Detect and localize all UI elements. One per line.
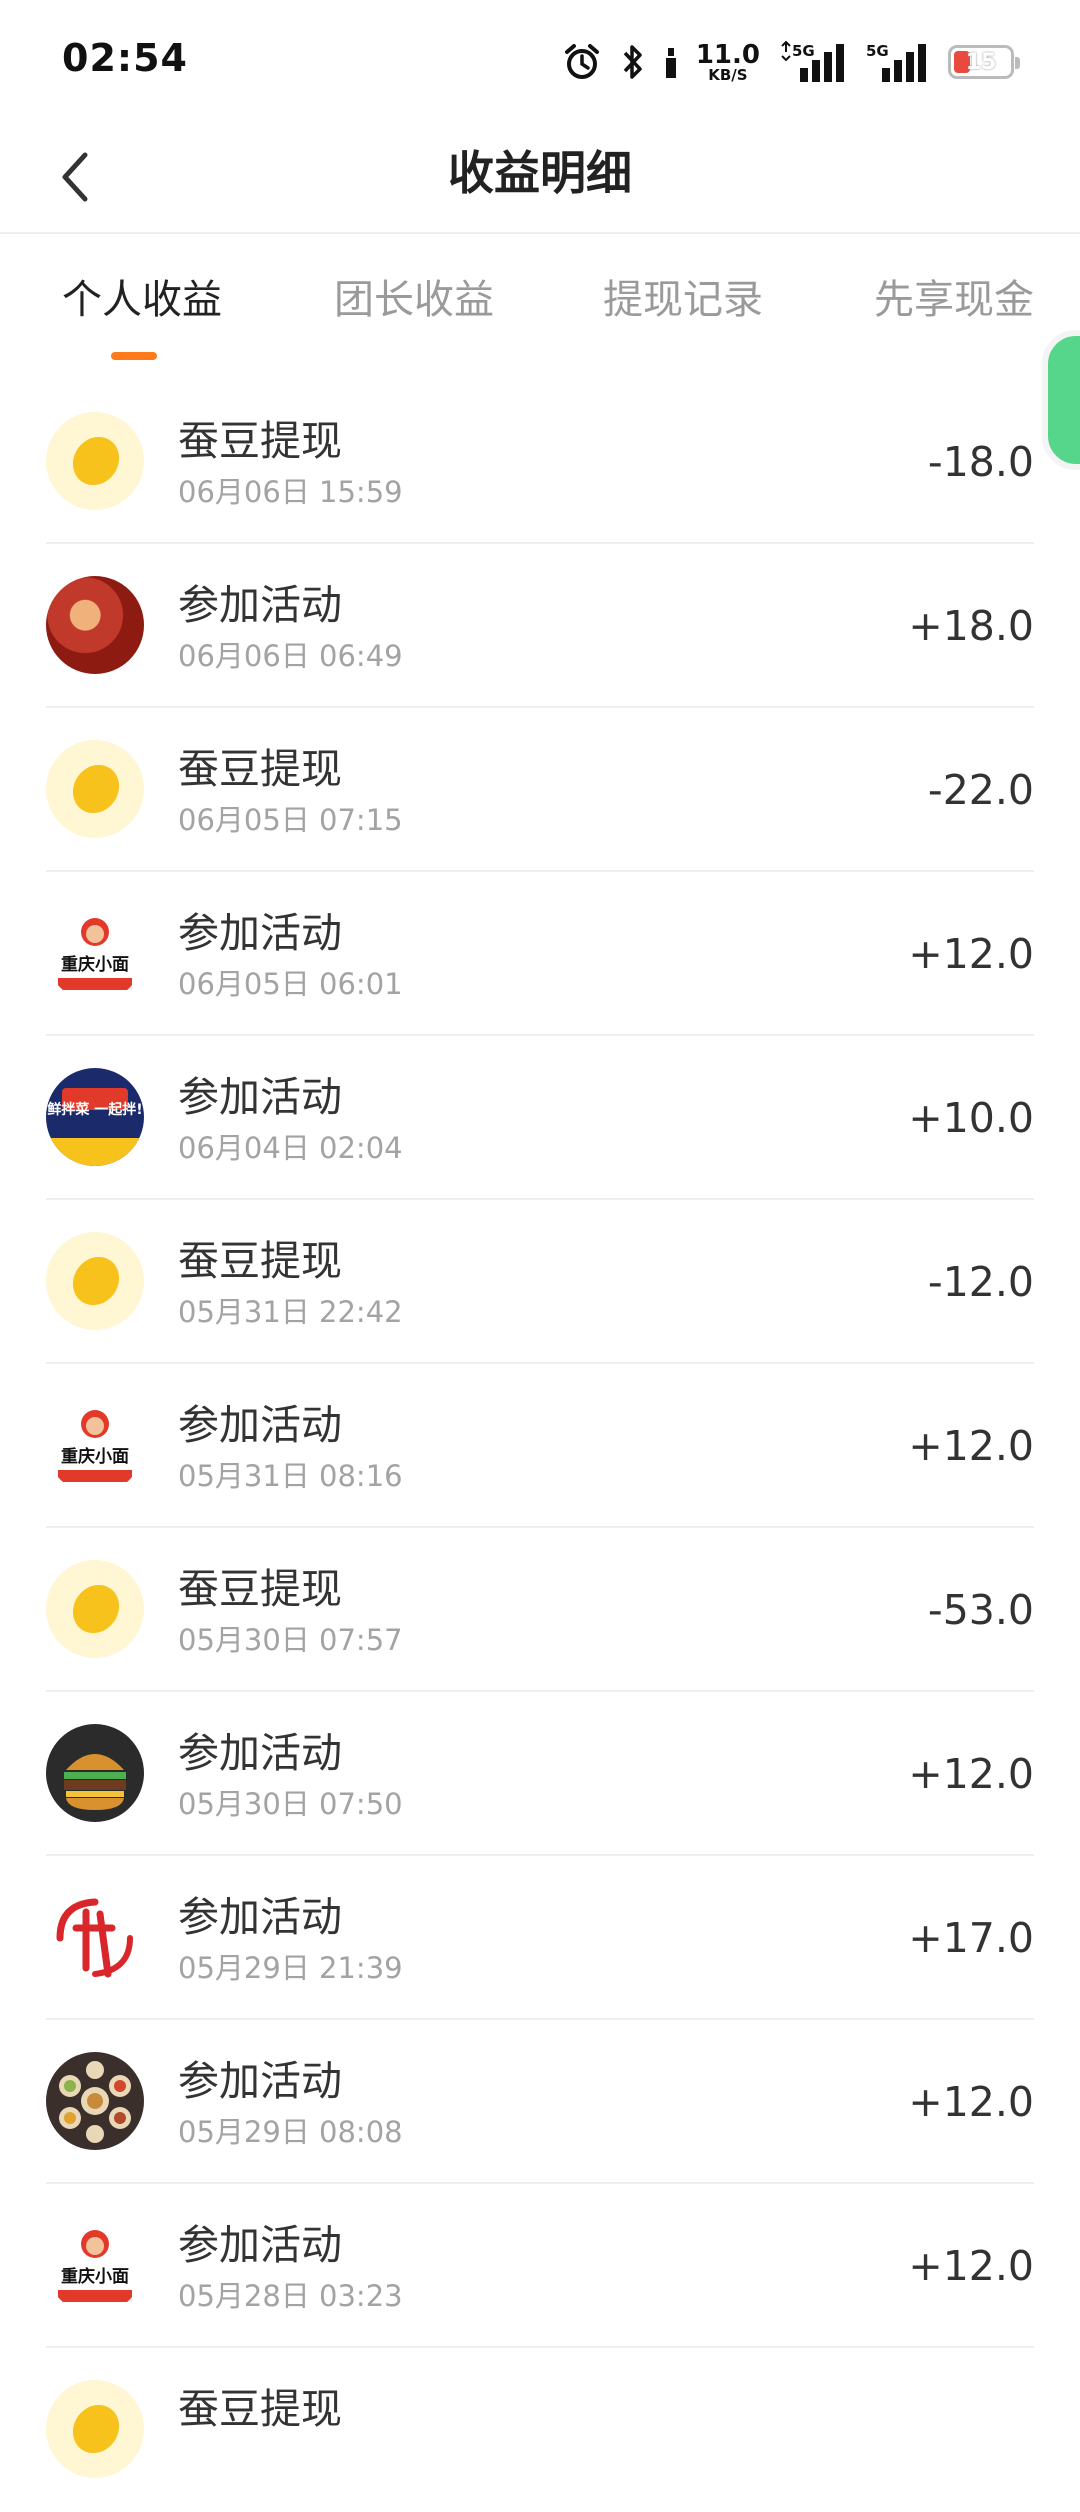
status-time: 02:54	[62, 36, 188, 80]
record-time: 05月31日 08:16	[178, 1459, 403, 1493]
record-title: 参加活动	[178, 1401, 342, 1449]
record-amount: +12.0	[908, 2078, 1034, 2126]
list-item[interactable]: 蚕豆提现	[0, 2348, 1080, 2512]
record-title: 蚕豆提现	[178, 1237, 342, 1285]
broad-bean-icon	[46, 412, 144, 510]
record-time: 06月06日 06:49	[178, 639, 403, 673]
tab-bar: 个人收益 团长收益 提现记录 先享现金	[0, 234, 1080, 366]
list-item[interactable]: 参加活动 05月29日 08:08 +12.0	[0, 2020, 1080, 2184]
record-time: 05月28日 03:23	[178, 2279, 403, 2313]
record-title: 蚕豆提现	[178, 417, 342, 465]
record-amount: +12.0	[908, 2242, 1034, 2290]
svg-text:重庆小面: 重庆小面	[61, 1446, 129, 1467]
page-title: 收益明细	[448, 146, 632, 200]
svg-text:重庆小面: 重庆小面	[61, 2266, 129, 2287]
record-amount: +12.0	[908, 930, 1034, 978]
list-item[interactable]: 蚕豆提现 06月06日 15:59 -18.0	[0, 380, 1080, 544]
svg-text:5G: 5G	[866, 42, 889, 60]
header: 收益明细	[0, 120, 1080, 234]
record-time: 06月04日 02:04	[178, 1131, 403, 1165]
record-amount: +12.0	[908, 1750, 1034, 1798]
record-title: 蚕豆提现	[178, 2385, 342, 2433]
record-title: 参加活动	[178, 2057, 342, 2105]
tab-personal-earnings[interactable]: 个人收益	[62, 274, 222, 326]
record-time: 06月05日 06:01	[178, 967, 403, 1001]
record-amount: +18.0	[908, 602, 1034, 650]
active-tab-indicator	[111, 352, 157, 360]
record-title: 参加活动	[178, 909, 342, 957]
list-item[interactable]: 鲜拌菜 一起拌! 参加活动 06月04日 02:04 +10.0	[0, 1036, 1080, 1200]
record-title: 蚕豆提现	[178, 745, 342, 793]
record-amount: +17.0	[908, 1914, 1034, 1962]
record-time: 05月30日 07:57	[178, 1623, 403, 1657]
tab-withdrawal-records[interactable]: 提现记录	[603, 274, 763, 326]
list-item[interactable]: 参加活动 05月29日 21:39 +17.0	[0, 1856, 1080, 2020]
list-item[interactable]: 重庆小面 参加活动 05月28日 03:23 +12.0	[0, 2184, 1080, 2348]
record-title: 参加活动	[178, 1073, 342, 1121]
record-title: 参加活动	[178, 1893, 342, 1941]
merchant-avatar: 重庆小面	[46, 1396, 144, 1494]
record-amount: -12.0	[927, 1258, 1034, 1306]
list-item[interactable]: 蚕豆提现 05月30日 07:57 -53.0	[0, 1528, 1080, 1692]
alarm-icon	[562, 42, 602, 82]
record-title: 参加活动	[178, 581, 342, 629]
record-time: 06月05日 07:15	[178, 803, 403, 837]
status-bar: 02:54 11.0 KB/S 5G 5G 15	[0, 0, 1080, 120]
merchant-avatar	[46, 1888, 144, 1986]
bluetooth-icon	[620, 42, 646, 82]
status-icons: 11.0 KB/S 5G 5G 15	[562, 34, 1020, 90]
merchant-avatar: 重庆小面	[46, 904, 144, 1002]
svg-text:重庆小面: 重庆小面	[61, 954, 129, 975]
signal-1-icon: 5G	[778, 40, 848, 84]
record-amount: +10.0	[908, 1094, 1034, 1142]
record-amount: -18.0	[927, 438, 1034, 486]
svg-text:鲜拌菜 一起拌!: 鲜拌菜 一起拌!	[47, 1101, 142, 1118]
record-amount: +12.0	[908, 1422, 1034, 1470]
record-amount: -53.0	[927, 1586, 1034, 1634]
merchant-avatar: 重庆小面	[46, 2216, 144, 2314]
record-title: 蚕豆提现	[178, 1565, 342, 1613]
record-time: 05月31日 22:42	[178, 1295, 403, 1329]
merchant-avatar	[46, 2052, 144, 2150]
tab-advance-cash[interactable]: 先享现金	[874, 274, 1034, 326]
broad-bean-icon	[46, 2380, 144, 2478]
broad-bean-icon	[46, 740, 144, 838]
sim-small-icon	[664, 44, 678, 80]
merchant-avatar	[46, 1724, 144, 1822]
merchant-avatar	[46, 576, 144, 674]
list-item[interactable]: 参加活动 06月06日 06:49 +18.0	[0, 544, 1080, 708]
list-item[interactable]: 蚕豆提现 06月05日 07:15 -22.0	[0, 708, 1080, 872]
record-amount: -22.0	[927, 766, 1034, 814]
broad-bean-icon	[46, 1232, 144, 1330]
record-title: 参加活动	[178, 2221, 342, 2269]
battery-icon: 15	[948, 45, 1020, 79]
svg-text:5G: 5G	[792, 42, 815, 60]
signal-2-icon: 5G	[866, 40, 930, 84]
list-item[interactable]: 重庆小面 参加活动 05月31日 08:16 +12.0	[0, 1364, 1080, 1528]
broad-bean-icon	[46, 1560, 144, 1658]
list-item[interactable]: 重庆小面 参加活动 06月05日 06:01 +12.0	[0, 872, 1080, 1036]
record-title: 参加活动	[178, 1729, 342, 1777]
earnings-list: 蚕豆提现 06月06日 15:59 -18.0 参加活动 06月06日 06:4…	[0, 380, 1080, 2512]
net-speed: 11.0 KB/S	[695, 39, 760, 84]
list-item[interactable]: 参加活动 05月30日 07:50 +12.0	[0, 1692, 1080, 1856]
record-time: 06月06日 15:59	[178, 475, 403, 509]
record-time: 05月29日 21:39	[178, 1951, 403, 1985]
merchant-avatar: 鲜拌菜 一起拌!	[46, 1068, 144, 1166]
record-time: 05月29日 08:08	[178, 2115, 403, 2149]
record-time: 05月30日 07:50	[178, 1787, 403, 1821]
tab-leader-earnings[interactable]: 团长收益	[334, 274, 494, 326]
list-item[interactable]: 蚕豆提现 05月31日 22:42 -12.0	[0, 1200, 1080, 1364]
